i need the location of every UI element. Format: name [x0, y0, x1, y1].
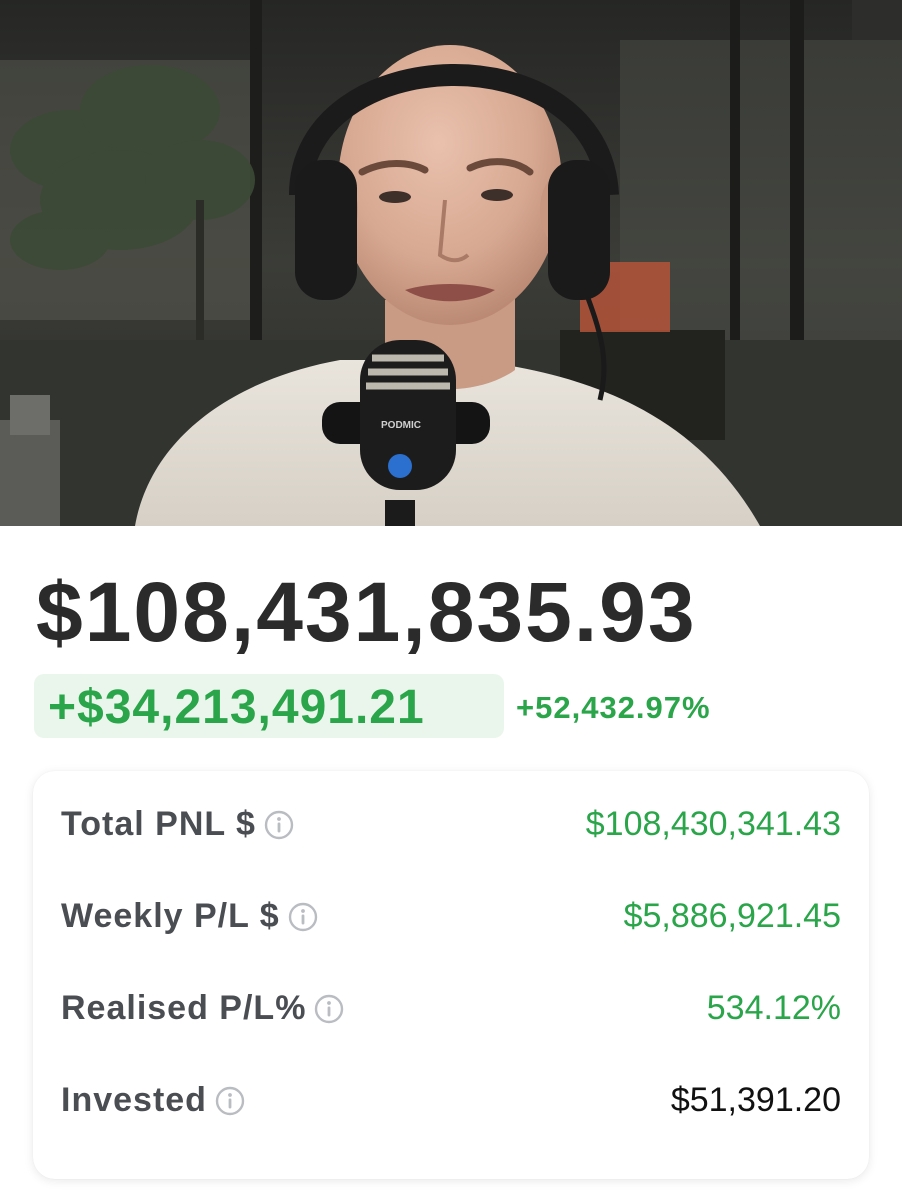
stat-label-invested: Invested	[61, 1081, 245, 1120]
realised-pl-label: Realised P/L%	[61, 989, 307, 1027]
change-amount-badge: +$34,213,491.21	[34, 674, 504, 738]
invested-label: Invested	[61, 1081, 207, 1119]
weekly-pl-label: Weekly P/L $	[61, 897, 280, 935]
stat-row-weekly-pl: Weekly P/L $ $5,886,921.45	[33, 883, 869, 943]
change-amount: +$34,213,491.21	[48, 681, 425, 734]
mic-brand-label: PODMIC	[381, 420, 421, 431]
stat-row-invested: Invested $51,391.20	[33, 1067, 869, 1127]
invested-value: $51,391.20	[670, 1081, 841, 1119]
total-pnl-label: Total PNL $	[61, 805, 256, 843]
portfolio-total-value: $108,431,835.93	[36, 565, 697, 659]
info-icon[interactable]	[215, 1086, 245, 1116]
video-frame: PODMIC	[0, 0, 902, 526]
info-icon[interactable]	[264, 810, 294, 840]
stat-label-realised-pl: Realised P/L%	[61, 989, 344, 1028]
change-percent: +52,432.97%	[516, 690, 711, 725]
weekly-pl-value: $5,886,921.45	[623, 897, 841, 935]
stat-row-total-pnl: Total PNL $ $108,430,341.43	[33, 791, 869, 851]
portfolio-summary: $108,431,835.93 +$34,213,491.21 +52,432.…	[0, 526, 902, 1200]
stats-card: Total PNL $ $108,430,341.43 Weekly P/L $…	[33, 771, 869, 1179]
podcast-host-photo: PODMIC	[0, 0, 902, 526]
stat-label-total-pnl: Total PNL $	[61, 805, 294, 844]
stat-label-weekly-pl: Weekly P/L $	[61, 897, 318, 936]
total-pnl-value: $108,430,341.43	[585, 805, 841, 843]
realised-pl-value: 534.12%	[706, 989, 841, 1027]
info-icon[interactable]	[314, 994, 344, 1024]
info-icon[interactable]	[288, 902, 318, 932]
stat-row-realised-pl: Realised P/L% 534.12%	[33, 975, 869, 1035]
